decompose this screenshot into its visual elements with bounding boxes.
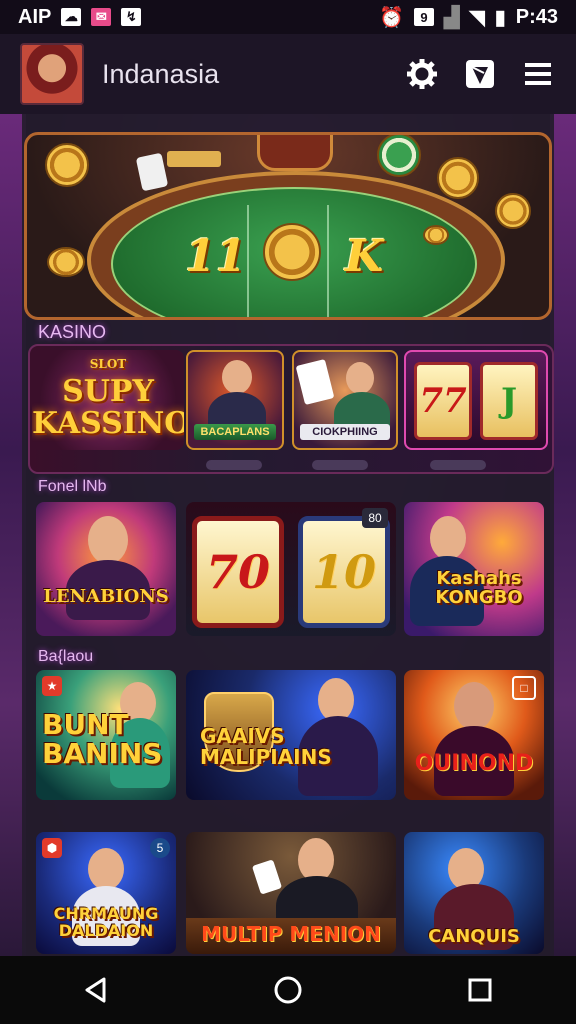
- person-figure: [88, 516, 128, 564]
- back-button[interactable]: [76, 970, 116, 1010]
- home-icon: [274, 976, 302, 1004]
- game-tile-title: CANQUIS: [428, 926, 520, 947]
- tile-badge: ★: [42, 676, 62, 696]
- slot-reel: 10: [298, 516, 390, 628]
- clock: P:43: [515, 5, 558, 28]
- game-tile[interactable]: MULTIP MENION: [186, 832, 396, 954]
- carrier-text: AIP: [18, 5, 52, 28]
- game-tile-title: MULTIP MENION: [201, 922, 381, 946]
- menu-button[interactable]: [520, 56, 556, 92]
- chip-icon: [495, 193, 531, 229]
- bookmark-icon[interactable]: □: [512, 676, 536, 700]
- battery-icon: ▮: [494, 6, 506, 29]
- chip-icon: [47, 247, 85, 277]
- settings-icon: [407, 59, 437, 89]
- tile-badge: 80: [362, 508, 388, 528]
- person-figure: [222, 360, 252, 394]
- table-dealer-tray: [257, 135, 333, 171]
- felt-line: [247, 205, 249, 317]
- send-icon: [466, 60, 494, 88]
- sim-icon: 9: [413, 8, 434, 26]
- felt-line: [327, 205, 329, 317]
- recents-icon: [468, 978, 492, 1002]
- game-card[interactable]: BACAPLANS: [186, 350, 284, 450]
- game-tile[interactable]: ⬢ 5 CHRMAUNG DALDAION: [36, 832, 176, 954]
- game-tile-title: GAAIVS MALIPIAINS: [200, 724, 332, 769]
- home-button[interactable]: [268, 970, 308, 1010]
- signal-icon: ▟: [443, 6, 460, 29]
- game-tile[interactable]: Kashahs KONGBO: [404, 502, 544, 636]
- game-tile[interactable]: LENABIONS: [36, 502, 176, 636]
- chip-icon: [423, 225, 449, 245]
- main-content[interactable]: 11 K KASINO SUPY KASSINO SLOT BACAPLANS …: [0, 114, 576, 956]
- game-tile-title: BUNT BANINS: [42, 708, 163, 771]
- hero-glyph-11: 11: [185, 231, 247, 282]
- slot-game-card[interactable]: 77 J: [404, 350, 548, 450]
- section-title-kasino: KASINO: [38, 322, 107, 342]
- slot-reel: 70: [192, 516, 284, 628]
- card-icon: [295, 358, 335, 406]
- chip-icon: [377, 135, 421, 177]
- slot-reel: 77: [414, 362, 472, 440]
- kasino-carousel[interactable]: SUPY KASSINO SLOT BACAPLANS CIOKPHIING 7…: [28, 344, 554, 474]
- settings-button[interactable]: [404, 56, 440, 92]
- alarm-icon: ⏰: [379, 6, 404, 29]
- menu-icon: [525, 63, 551, 85]
- game-tile-title: OUINOND: [414, 751, 534, 776]
- info-icon[interactable]: 5: [150, 838, 170, 858]
- kasino-logo-card[interactable]: SUPY KASSINO SLOT: [32, 350, 184, 450]
- game-tile-title: CHRMAUNG DALDAION: [53, 904, 159, 940]
- app-header: Indanasia: [0, 34, 576, 114]
- chip-icon: [263, 223, 321, 281]
- wifi-icon: ◥: [469, 6, 485, 29]
- game-tile[interactable]: ★ BUNT BANINS: [36, 670, 176, 800]
- avatar[interactable]: [20, 43, 84, 105]
- game-card-caption: CIOKPHIING: [300, 424, 390, 440]
- recents-button[interactable]: [460, 970, 500, 1010]
- carousel-indicator: [430, 460, 486, 470]
- card-icon: [251, 859, 283, 895]
- dice-icon: [135, 152, 169, 192]
- game-tile-title: LENABIONS: [43, 586, 169, 607]
- person-figure: [454, 682, 494, 730]
- hero-glyph-k: K: [345, 231, 384, 282]
- notification-icon: ↯: [121, 8, 142, 26]
- back-icon: [85, 977, 106, 1003]
- tile-badge: ⬢: [42, 838, 62, 858]
- chip-icon: [437, 157, 479, 199]
- status-bar: AIP ☁ ✉ ↯ ⏰ 9 ▟ ◥ ▮ P:43: [0, 0, 576, 34]
- game-card-caption: BACAPLANS: [194, 424, 276, 440]
- kasino-logo-text: SUPY KASSINO: [32, 374, 184, 441]
- hero-banner[interactable]: 11 K: [24, 132, 552, 320]
- game-card[interactable]: CIOKPHIING: [292, 350, 398, 450]
- app-title: Indanasia: [102, 58, 220, 89]
- carousel-indicator: [206, 460, 262, 470]
- notification-icon: ✉: [91, 8, 112, 26]
- person-figure: [430, 516, 466, 560]
- section-title-3: Ba{laou: [38, 648, 94, 665]
- send-button[interactable]: [462, 56, 498, 92]
- chip-stack: [167, 151, 221, 167]
- game-tile-title: Kashahs KONGBO: [435, 568, 523, 608]
- person-figure: [346, 362, 374, 394]
- kasino-logo-subtext: SLOT: [89, 357, 127, 371]
- person-figure: [88, 848, 124, 890]
- game-tile[interactable]: CANQUIS: [404, 832, 544, 954]
- navigation-bar: [0, 956, 576, 1024]
- cloud-icon: ☁: [61, 8, 82, 26]
- slot-reel: J: [480, 362, 538, 440]
- chip-icon: [45, 143, 89, 187]
- slot-machine-tile[interactable]: 70 10 80: [186, 502, 396, 636]
- game-tile[interactable]: □ OUINOND: [404, 670, 544, 800]
- game-tile[interactable]: GAAIVS MALIPIAINS: [186, 670, 396, 800]
- carousel-indicator: [312, 460, 368, 470]
- section-title-2: Fonel lNb: [38, 478, 107, 495]
